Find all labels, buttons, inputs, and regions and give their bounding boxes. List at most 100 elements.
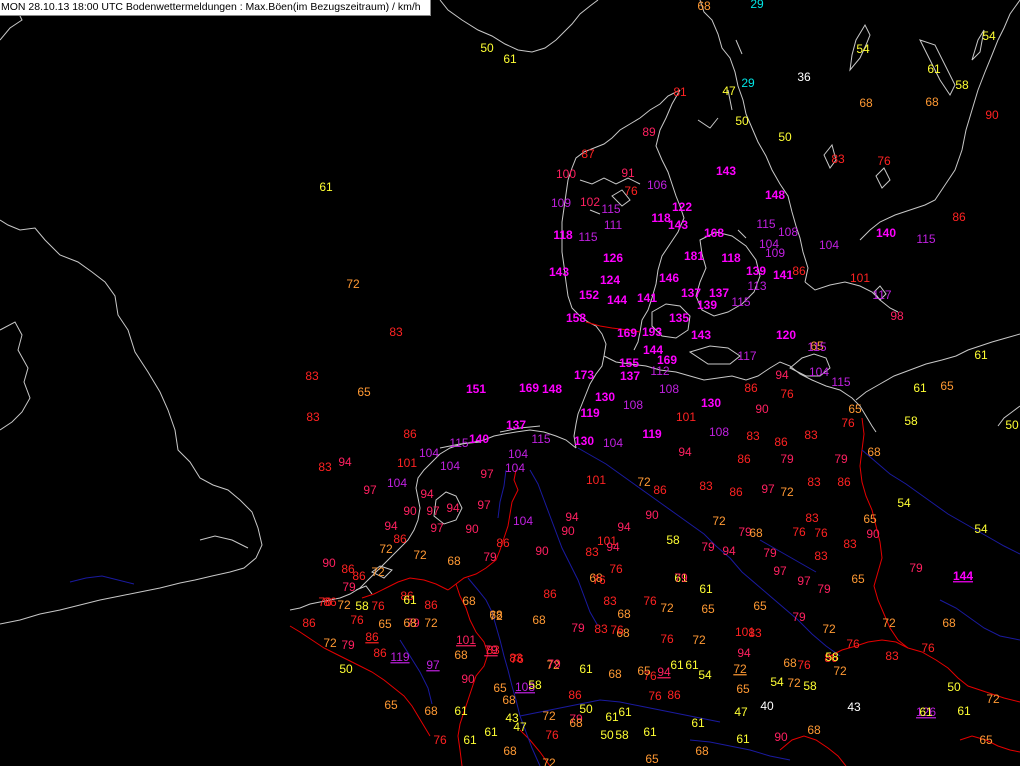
station-gust-value: 94 xyxy=(737,646,751,660)
station-gust-value: 68 xyxy=(532,613,546,627)
station-gust-value: 115 xyxy=(831,375,850,389)
station-gust-value: 86 xyxy=(774,435,788,449)
station-gust-value: 83 xyxy=(585,545,599,559)
station-gust-value: 81 xyxy=(673,85,687,99)
station-gust-value: 101 xyxy=(676,410,696,424)
river-west xyxy=(69,575,135,585)
station-gust-value: 50 xyxy=(778,130,792,144)
station-gust-value: 119 xyxy=(642,427,662,441)
station-gust-value: 76 xyxy=(643,594,657,608)
station-gust-value: 141 xyxy=(773,268,793,282)
station-gust-value: 61 xyxy=(579,662,593,676)
station-gust-value: 90 xyxy=(561,524,575,538)
station-gust-value: 79 xyxy=(483,550,497,564)
station-gust-value: 98 xyxy=(890,309,904,323)
station-gust-value: 115 xyxy=(731,295,750,309)
station-gust-value: 72 xyxy=(337,598,351,612)
station-gust-value: 101 xyxy=(586,473,606,487)
station-gust-value: 108 xyxy=(778,225,798,239)
station-gust-value: 169 xyxy=(617,326,637,340)
station-gust-value: 130 xyxy=(574,434,594,448)
station-gust-value: 115 xyxy=(449,436,468,450)
station-gust-value: 90 xyxy=(461,672,475,686)
station-gust-value: 94 xyxy=(657,665,671,679)
station-gust-value: 65 xyxy=(378,617,392,631)
station-gust-value: 108 xyxy=(659,382,679,396)
station-gust-value: 72 xyxy=(637,475,651,489)
station-gust-value: 79 xyxy=(780,452,794,466)
station-gust-value: 61 xyxy=(913,381,927,395)
station-gust-value: 61 xyxy=(605,710,619,724)
coastline-britain-inlet xyxy=(0,321,31,431)
station-gust-value: 144 xyxy=(607,293,627,307)
station-gust-value: 76 xyxy=(592,573,606,587)
station-gust-value: 68 xyxy=(942,616,956,630)
station-gust-value: 97 xyxy=(426,658,440,672)
station-gust-value: 76 xyxy=(624,184,638,198)
station-gust-value: 104 xyxy=(387,476,407,490)
station-gust-value: 76 xyxy=(648,689,662,703)
station-gust-value: 76 xyxy=(433,733,447,747)
station-gust-value: 72 xyxy=(424,616,438,630)
station-gust-value: 54 xyxy=(770,675,784,689)
station-gust-value: 68 xyxy=(447,554,461,568)
station-gust-value: 83 xyxy=(843,537,857,551)
station-gust-value: 124 xyxy=(600,273,620,287)
station-gust-value: 61 xyxy=(670,658,684,672)
station-gust-value: 137 xyxy=(506,418,526,432)
station-gust-value: 83 xyxy=(746,429,760,443)
station-gust-value: 155 xyxy=(619,356,639,370)
station-gust-value: 94 xyxy=(420,487,434,501)
station-gust-value: 43 xyxy=(847,700,861,714)
station-gust-value: 130 xyxy=(701,396,721,410)
station-gust-value: 86 xyxy=(424,598,438,612)
station-gust-value: 91 xyxy=(621,166,635,180)
station-gust-value: 68 xyxy=(424,704,438,718)
station-gust-value: 61 xyxy=(503,52,517,66)
station-gust-value: 79 xyxy=(674,571,688,585)
station-gust-value: 65 xyxy=(384,698,398,712)
station-gust-value: 72 xyxy=(379,542,393,556)
station-gust-value: 79 xyxy=(763,546,777,560)
station-gust-value: 68 xyxy=(489,608,503,622)
station-gust-value: 94 xyxy=(606,540,620,554)
station-gust-value: 68 xyxy=(503,744,517,758)
station-gust-value: 76 xyxy=(371,599,385,613)
station-gust-value: 61 xyxy=(484,725,498,739)
station-gust-value: 58 xyxy=(615,728,629,742)
station-gust-value: 47 xyxy=(513,720,527,734)
station-gust-value: 72 xyxy=(542,756,556,766)
weather-map: 68 2950615454615836472968 68908150508987 83… xyxy=(0,0,1020,766)
station-gust-value: 83 xyxy=(885,649,899,663)
station-gust-value: 61 xyxy=(319,180,333,194)
station-gust-value: 61 xyxy=(699,582,713,596)
station-gust-value: 76 xyxy=(792,525,806,539)
station-gust-value: 68 xyxy=(608,667,622,681)
station-gust-value: 79 xyxy=(342,580,356,594)
station-gust-value: 83 xyxy=(509,651,523,665)
station-gust-value: 117 xyxy=(737,349,756,363)
station-gust-value: 65 xyxy=(863,512,877,526)
station-gust-value: 72 xyxy=(712,514,726,528)
border-de-nl xyxy=(447,469,519,591)
station-gust-value: 86 xyxy=(496,536,510,550)
station-gust-value: 54 xyxy=(897,496,911,510)
station-gust-value: 143 xyxy=(691,328,711,342)
station-gust-value: 106 xyxy=(647,178,667,192)
station-gust-value: 130 xyxy=(595,390,615,404)
station-gust-value: 104 xyxy=(505,461,525,475)
station-gust-value: 76 xyxy=(846,637,860,651)
station-gust-value: 151 xyxy=(466,382,486,396)
station-gust-value: 111 xyxy=(604,218,623,232)
station-gust-value: 97 xyxy=(426,504,440,518)
station-gust-value: 148 xyxy=(765,188,785,202)
station-gust-value: 97 xyxy=(363,483,377,497)
station-gust-value: 83 xyxy=(805,511,819,525)
station-gust-value: 119 xyxy=(580,406,600,420)
station-gust-value: 86 xyxy=(543,587,557,601)
station-gust-value: 79 xyxy=(571,621,585,635)
station-gust-value: 61 xyxy=(927,62,941,76)
station-gust-value: 61 xyxy=(691,716,705,730)
coastline-norway xyxy=(439,0,599,53)
station-gust-value: 50 xyxy=(1005,418,1019,432)
